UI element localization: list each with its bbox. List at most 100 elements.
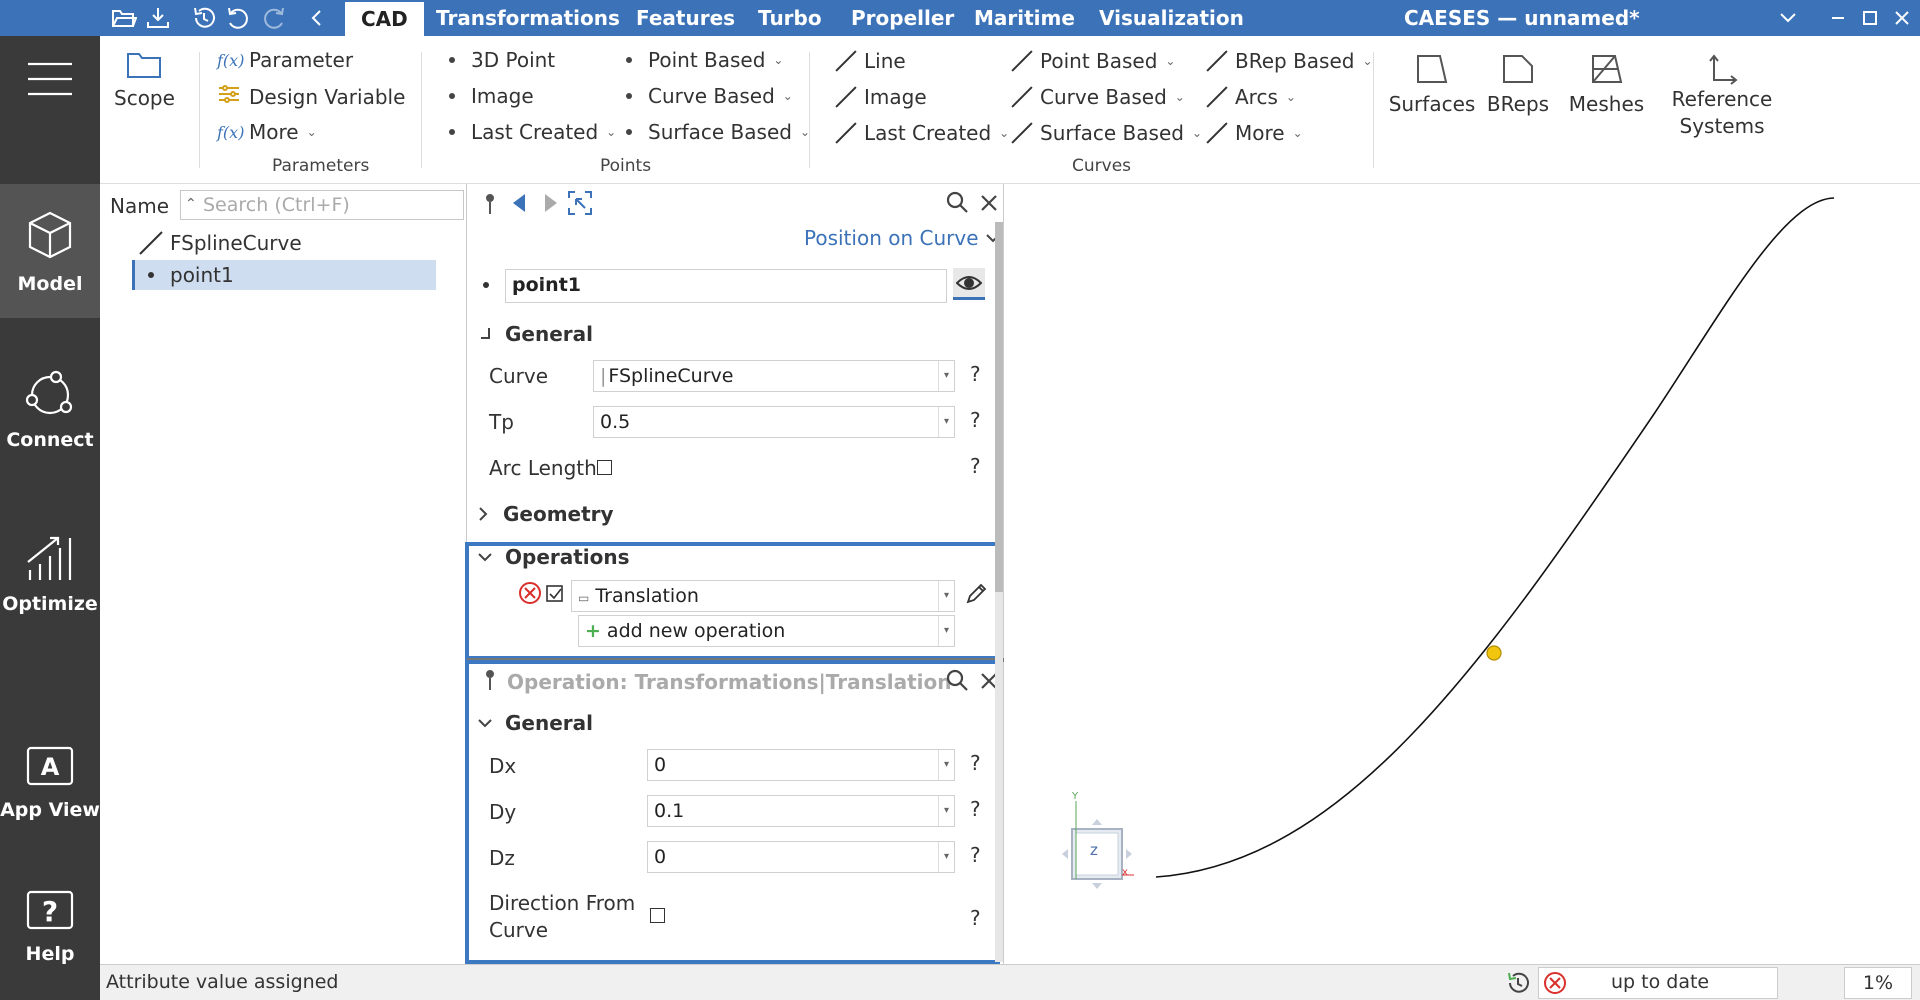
tab-turbo[interactable]: Turbo	[758, 0, 822, 36]
tp-help[interactable]: ?	[970, 408, 981, 432]
open-folder-button[interactable]	[106, 0, 142, 36]
geometry-section-header[interactable]: Geometry	[477, 502, 614, 526]
zoom-level-field[interactable]: 1%	[1844, 967, 1912, 999]
add-new-operation-field[interactable]: + add new operation ▾	[578, 615, 955, 647]
direction-help[interactable]: ?	[970, 906, 981, 930]
op-general-section-header[interactable]: General	[477, 711, 593, 735]
scope-button[interactable]: Scope	[114, 50, 175, 110]
select-in-view-icon[interactable]	[567, 190, 593, 216]
arc-length-help[interactable]: ?	[970, 454, 981, 478]
direction-from-curve-label: Direction From Curve	[489, 890, 635, 944]
tab-propeller[interactable]: Propeller	[851, 0, 954, 36]
dy-help[interactable]: ?	[970, 797, 981, 821]
hamburger-menu-button[interactable]	[0, 60, 100, 126]
operations-section-header[interactable]: Operations	[477, 545, 630, 569]
visibility-toggle-button[interactable]	[953, 268, 985, 300]
object-type-selector[interactable]: Position on Curve	[804, 226, 1001, 250]
object-name-input[interactable]: point1	[505, 269, 947, 303]
pin-icon[interactable]	[483, 668, 497, 692]
nav-connect[interactable]: Connect	[0, 370, 100, 460]
tp-field[interactable]: 0.5 ▾	[593, 406, 955, 438]
curve-based-point-button[interactable]: Curve Based ⌄	[622, 84, 793, 108]
tab-maritime[interactable]: Maritime	[974, 0, 1075, 36]
tab-visualization[interactable]: Visualization	[1099, 0, 1244, 36]
3d-point-button[interactable]: 3D Point	[445, 48, 555, 72]
dy-field[interactable]: 0.1 ▾	[647, 795, 955, 827]
dropdown-arrow-icon[interactable]: ▾	[938, 796, 954, 826]
back-arrow-icon[interactable]	[509, 192, 529, 214]
remove-operation-icon[interactable]	[518, 581, 542, 605]
undo-button[interactable]	[220, 0, 256, 36]
collapse-button[interactable]	[298, 0, 334, 36]
dz-help[interactable]: ?	[970, 843, 981, 867]
nav-app-view[interactable]: A App View	[0, 746, 100, 830]
curve-surface-based-button[interactable]: Surface Based ⌄	[1006, 120, 1202, 146]
operation-enabled-checkbox[interactable]	[546, 585, 564, 603]
tree-search-input[interactable]: ⌃ Search (Ctrl+F)	[180, 190, 464, 220]
curves-more-button[interactable]: More ⌄	[1201, 120, 1303, 146]
design-variable-button[interactable]: Design Variable	[217, 84, 405, 109]
nav-optimize[interactable]: Optimize	[0, 532, 100, 624]
arc-length-checkbox[interactable]	[597, 460, 612, 475]
line-button[interactable]: Line	[830, 48, 906, 74]
nav-model[interactable]: Model	[0, 184, 100, 318]
curve-image-button[interactable]: Image	[830, 84, 927, 110]
search-icon[interactable]	[945, 668, 969, 692]
dx-field[interactable]: 0 ▾	[647, 749, 955, 781]
redo-button[interactable]	[256, 0, 292, 36]
axis-orientation-widget[interactable]: z Y x	[1056, 791, 1136, 889]
ribbon-toggle-button[interactable]	[1768, 0, 1808, 36]
dz-field[interactable]: 0 ▾	[647, 841, 955, 873]
curve-brep-based-button[interactable]: BRep Based ⌄	[1201, 48, 1373, 74]
point1-marker[interactable]	[1486, 645, 1502, 661]
general-section-header[interactable]: General	[479, 322, 593, 346]
pin-icon[interactable]	[483, 192, 497, 216]
dropdown-arrow-icon[interactable]: ▾	[938, 616, 954, 646]
curve-help[interactable]: ?	[970, 362, 981, 386]
scrollbar-thumb[interactable]	[995, 222, 1003, 592]
dropdown-arrow-icon[interactable]: ▾	[938, 581, 954, 611]
close-icon[interactable]	[980, 194, 998, 212]
update-status-field[interactable]: up to date	[1538, 967, 1778, 999]
edit-pencil-icon[interactable]	[964, 582, 988, 606]
curve-curve-based-button[interactable]: Curve Based ⌄	[1006, 84, 1185, 110]
save-button[interactable]	[140, 0, 176, 36]
tab-cad[interactable]: CAD	[345, 2, 424, 36]
chevron-down-icon: ⌄	[1174, 90, 1185, 104]
parameter-button[interactable]: f(x) Parameter	[217, 48, 353, 72]
points-group-label: Points	[600, 156, 652, 176]
chevron-down-icon	[478, 719, 492, 728]
close-window-button[interactable]	[1882, 0, 1920, 36]
nav-help[interactable]: ? Help	[0, 890, 100, 974]
breps-button[interactable]: BReps	[1483, 52, 1553, 116]
arcs-button[interactable]: Arcs ⌄	[1201, 84, 1296, 110]
tab-features[interactable]: Features	[636, 0, 735, 36]
meshes-button[interactable]: Meshes	[1564, 52, 1649, 116]
dropdown-arrow-icon[interactable]: ▾	[938, 407, 954, 437]
tab-transformations[interactable]: Transformations	[436, 0, 620, 36]
reference-systems-button[interactable]: Reference Systems	[1658, 52, 1786, 140]
dropdown-arrow-icon[interactable]: ▾	[938, 750, 954, 780]
point-image-button[interactable]: Image	[445, 84, 534, 108]
direction-from-curve-checkbox[interactable]	[650, 908, 665, 923]
operation-translation-field[interactable]: ▭ Translation ▾	[571, 580, 955, 612]
surface-based-point-button[interactable]: Surface Based ⌄	[622, 120, 810, 144]
curve-point-based-button[interactable]: Point Based ⌄	[1006, 48, 1175, 74]
properties-scrollbar[interactable]	[995, 222, 1003, 962]
forward-arrow-icon[interactable]	[541, 192, 561, 214]
dx-help[interactable]: ?	[970, 751, 981, 775]
curve-field[interactable]: | FSplineCurve ▾	[593, 360, 955, 392]
point-based-button[interactable]: Point Based ⌄	[622, 48, 783, 72]
surfaces-button[interactable]: Surfaces	[1382, 52, 1482, 116]
history-button[interactable]	[186, 0, 222, 36]
update-history-button[interactable]	[1502, 967, 1534, 999]
curve-last-created-button[interactable]: Last Created ⌄	[830, 120, 1009, 146]
3d-viewport[interactable]: z Y x	[1004, 184, 1920, 964]
axis-x-label: x	[1122, 867, 1128, 878]
point-last-created-button[interactable]: Last Created ⌄	[445, 120, 616, 144]
parameters-more-button[interactable]: f(x) More ⌄	[217, 120, 317, 144]
fspline-curve[interactable]	[1155, 197, 1835, 878]
dropdown-arrow-icon[interactable]: ▾	[938, 361, 954, 391]
search-icon[interactable]	[945, 190, 969, 214]
dropdown-arrow-icon[interactable]: ▾	[938, 842, 954, 872]
